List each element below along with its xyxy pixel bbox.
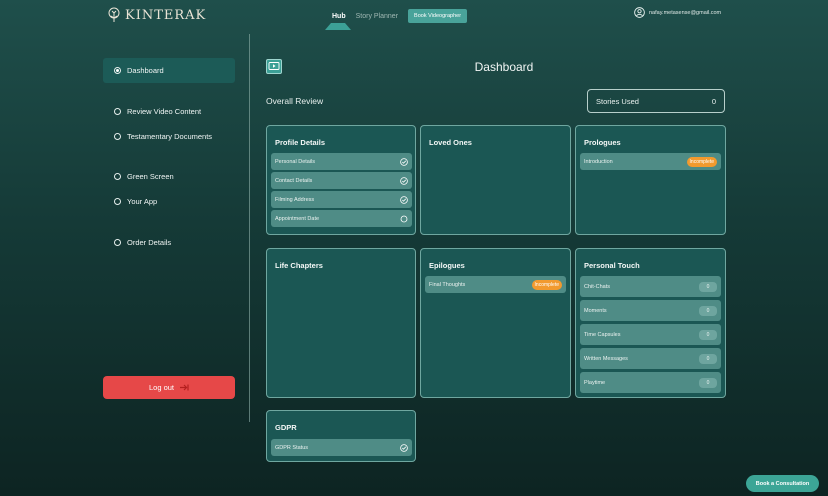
sidebar-item-label: Green Screen bbox=[127, 172, 174, 181]
profile-details-card: Profile Details Personal Details Contact… bbox=[266, 125, 416, 235]
row-label: Filming Address bbox=[275, 196, 315, 203]
top-nav: Hub Story Planner Book Videographer bbox=[325, 9, 468, 30]
nav-hub[interactable]: Hub bbox=[325, 12, 351, 30]
radio-selected-icon bbox=[114, 67, 121, 74]
list-item-moments[interactable]: Moments 0 bbox=[580, 300, 721, 321]
row-label: Appointment Date bbox=[275, 215, 320, 222]
brand-name: KINTERAK bbox=[125, 7, 207, 23]
list-item-filming-address[interactable]: Filming Address bbox=[271, 191, 412, 208]
radio-icon bbox=[114, 239, 121, 246]
row-label: GDPR Status bbox=[275, 444, 309, 451]
nav-story-planner[interactable]: Story Planner bbox=[356, 13, 398, 20]
row-label: Written Messages bbox=[584, 355, 628, 362]
row-label: Final Thoughts bbox=[429, 281, 466, 288]
sidebar-item-label: Dashboard bbox=[127, 66, 164, 75]
check-circle-icon bbox=[400, 195, 408, 204]
list-item-personal-details[interactable]: Personal Details bbox=[271, 153, 412, 170]
radio-icon bbox=[114, 108, 121, 115]
list-item-chit-chats[interactable]: Chit-Chats 0 bbox=[580, 276, 721, 297]
row-label: Contact Details bbox=[275, 177, 313, 184]
book-consultation-button[interactable]: Book a Consultation bbox=[746, 475, 819, 492]
sidebar-item-label: Your App bbox=[127, 197, 158, 206]
gdpr-card: GDPR GDPR Status bbox=[266, 410, 416, 462]
prologues-card: Prologues Introduction Incomplete bbox=[575, 125, 726, 235]
row-label: Time Capsules bbox=[584, 331, 621, 338]
card-title: Life Chapters bbox=[275, 261, 323, 270]
sidebar-item-order-details[interactable]: Order Details bbox=[103, 230, 235, 255]
row-label: Chit-Chats bbox=[584, 283, 610, 290]
loved-ones-card[interactable]: Loved Ones bbox=[420, 125, 571, 235]
count-badge: 0 bbox=[699, 305, 717, 316]
list-item-appointment-date[interactable]: Appointment Date bbox=[271, 210, 412, 227]
card-title: Profile Details bbox=[275, 138, 326, 147]
list-item-gdpr-status[interactable]: GDPR Status bbox=[271, 439, 412, 456]
list-item-contact-details[interactable]: Contact Details bbox=[271, 172, 412, 189]
logout-button[interactable]: Log out bbox=[103, 376, 235, 399]
count-badge: 0 bbox=[699, 377, 717, 388]
play-icon bbox=[268, 62, 280, 70]
radio-icon bbox=[114, 133, 121, 140]
card-title: Epilogues bbox=[429, 261, 465, 270]
list-item-time-capsules[interactable]: Time Capsules 0 bbox=[580, 324, 721, 345]
status-badge: Incomplete bbox=[531, 279, 562, 290]
row-label: Introduction bbox=[584, 158, 613, 165]
count-badge: 0 bbox=[699, 281, 717, 292]
logout-arrow-icon bbox=[180, 384, 189, 391]
sidebar-item-testamentary-documents[interactable]: Testamentary Documents bbox=[103, 124, 235, 149]
book-videographer-button[interactable]: Book Videographer bbox=[408, 9, 468, 23]
sidebar-item-your-app[interactable]: Your App bbox=[103, 189, 235, 214]
check-circle-icon bbox=[400, 157, 408, 166]
radio-icon bbox=[114, 173, 121, 180]
sidebar-item-dashboard[interactable]: Dashboard bbox=[103, 58, 235, 83]
sidebar-item-label: Order Details bbox=[127, 238, 172, 247]
sidebar-item-label: Review Video Content bbox=[127, 107, 202, 116]
count-badge: 0 bbox=[699, 353, 717, 364]
user-account[interactable]: nafay.metasense@gmail.com bbox=[634, 7, 721, 18]
active-indicator-icon bbox=[325, 22, 351, 30]
user-avatar-icon bbox=[634, 7, 645, 18]
video-play-icon[interactable] bbox=[266, 59, 282, 74]
top-bar: KINTERAK Hub Story Planner Book Videogra… bbox=[0, 0, 828, 30]
list-item-playtime[interactable]: Playtime 0 bbox=[580, 372, 721, 393]
card-title: Loved Ones bbox=[429, 138, 472, 147]
radio-icon bbox=[114, 198, 121, 205]
count-badge: 0 bbox=[699, 329, 717, 340]
overall-review-heading: Overall Review bbox=[266, 96, 324, 106]
user-email: nafay.metasense@gmail.com bbox=[649, 9, 722, 16]
sidebar-item-green-screen[interactable]: Green Screen bbox=[103, 164, 235, 189]
logout-label: Log out bbox=[148, 383, 175, 392]
row-label: Personal Details bbox=[275, 158, 316, 165]
status-badge: Incomplete bbox=[686, 156, 717, 167]
sidebar-item-review-video-content[interactable]: Review Video Content bbox=[103, 99, 235, 124]
brand-logo[interactable]: KINTERAK bbox=[106, 7, 206, 23]
stories-used-label: Stories Used bbox=[596, 96, 639, 106]
card-title: Personal Touch bbox=[584, 261, 640, 270]
sidebar-divider bbox=[249, 34, 250, 422]
list-item-written-messages[interactable]: Written Messages 0 bbox=[580, 348, 721, 369]
stories-used-value: 0 bbox=[711, 96, 716, 106]
list-item-final-thoughts[interactable]: Final Thoughts Incomplete bbox=[425, 276, 566, 293]
sidebar-item-label: Testamentary Documents bbox=[127, 132, 213, 141]
life-chapters-card[interactable]: Life Chapters bbox=[266, 248, 416, 398]
epilogues-card: Epilogues Final Thoughts Incomplete bbox=[420, 248, 571, 398]
empty-circle-icon bbox=[400, 215, 408, 222]
page-title: Dashboard bbox=[474, 60, 534, 74]
card-title: Prologues bbox=[584, 138, 621, 147]
list-item-introduction[interactable]: Introduction Incomplete bbox=[580, 153, 721, 170]
nav-hub-label: Hub bbox=[332, 12, 346, 20]
card-title: GDPR bbox=[275, 423, 297, 432]
row-label: Moments bbox=[584, 307, 607, 314]
personal-touch-card: Personal Touch Chit-Chats 0 Moments 0 Ti… bbox=[575, 248, 726, 398]
row-label: Playtime bbox=[584, 379, 606, 386]
check-circle-icon bbox=[400, 443, 408, 452]
stories-used-box: Stories Used 0 bbox=[587, 89, 725, 113]
check-circle-icon bbox=[400, 176, 408, 185]
tree-logo-icon bbox=[108, 7, 120, 22]
